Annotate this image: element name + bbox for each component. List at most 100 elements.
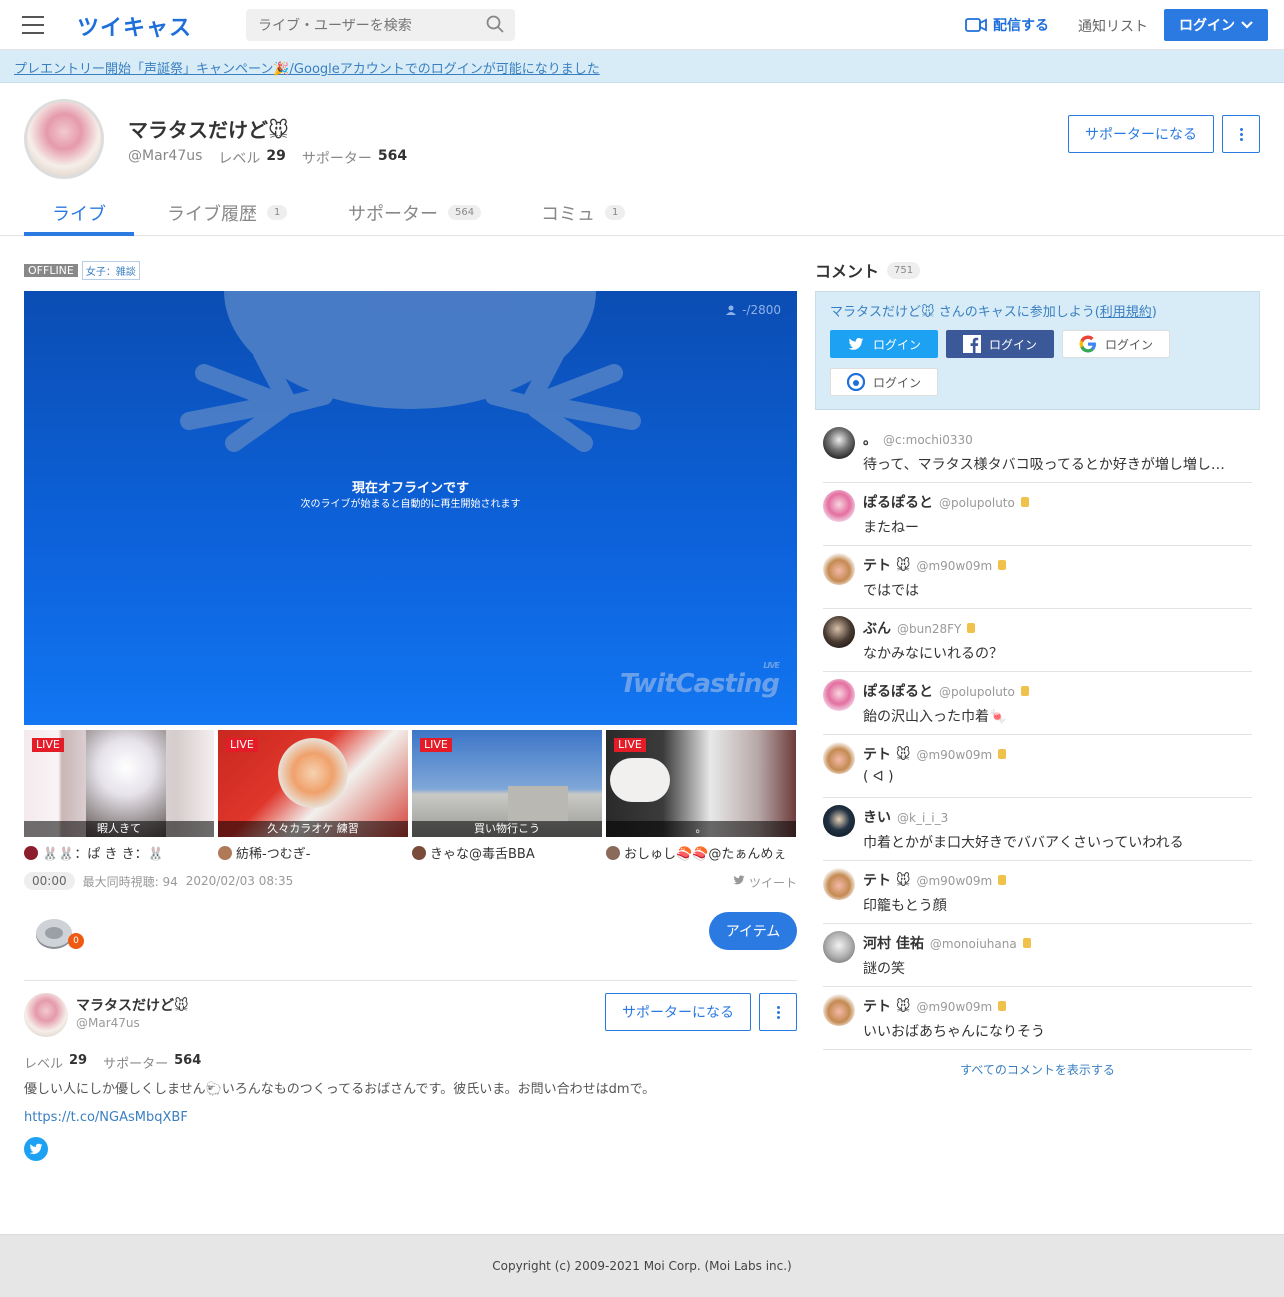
avatar[interactable] <box>24 99 104 179</box>
comment-item: テト 🐭 @m90w09m 印籠もとう顔 <box>823 861 1252 924</box>
announcement-link[interactable]: プレエントリー開始「声誕祭」キャンペーン🎉/Googleアカウントでのログインが… <box>14 58 600 77</box>
commenter[interactable]: ぽるぽると @polupoluto <box>863 492 1029 512</box>
commenter[interactable]: ぽるぽると @polupoluto <box>863 681 1029 701</box>
comment-text: 謎の笑 <box>863 961 905 977</box>
search-icon[interactable] <box>486 15 504 33</box>
commenter-avatar[interactable] <box>823 742 855 774</box>
commenter-avatar[interactable] <box>823 805 855 837</box>
about-meta: レベル 29 サポーター 564 <box>24 1053 211 1072</box>
thumb-image[interactable]: LIVE 暇人きて <box>24 730 214 837</box>
commenter-avatar[interactable] <box>823 994 855 1026</box>
commenter[interactable]: きい @k_i_i_3 <box>863 807 948 827</box>
supporter-count: 564 <box>377 148 408 164</box>
thumb-image[interactable]: LIVE 買い物行こう <box>412 730 602 837</box>
menu-icon[interactable] <box>22 16 44 34</box>
twitcasting-watermark: TwitCasting LIVE <box>620 661 780 699</box>
video-player[interactable]: -/2800 現在オフラインです 次のライブが始まると自動的に再生開始されます … <box>24 291 797 725</box>
login-button[interactable]: ログイン <box>1164 9 1268 41</box>
facebook-login-button[interactable]: ログイン <box>946 330 1054 358</box>
twitter-login-button[interactable]: ログイン <box>830 330 938 358</box>
commenter-name: テト 🐭 <box>863 999 911 1015</box>
user-avatar <box>218 845 232 860</box>
live-thumb[interactable]: LIVE 買い物行こう きゃな@毒舌BBA <box>412 730 602 865</box>
commenter[interactable]: 。 @c:mochi0330 <box>863 429 973 449</box>
avatar[interactable] <box>24 993 68 1037</box>
thumb-user[interactable]: 🐰🐰：ぱ き き：🐰 <box>24 843 214 862</box>
google-login-button[interactable]: ログイン <box>1062 330 1170 358</box>
tab-live-history[interactable]: ライブ履歴 1 <box>167 196 317 236</box>
commenter[interactable]: テト 🐭 @m90w09m <box>863 555 1007 575</box>
show-all-comments-link[interactable]: すべてのコメントを表示する <box>815 1061 1260 1078</box>
commenter-avatar[interactable] <box>823 616 855 648</box>
comment-item: テト 🐭 @m90w09m いいおばあちゃんになりそう <box>823 987 1252 1050</box>
live-thumb[interactable]: LIVE 暇人きて 🐰🐰：ぱ き き：🐰 <box>24 730 214 865</box>
tab-live[interactable]: ライブ <box>24 196 134 236</box>
commenter[interactable]: テト 🐭 @m90w09m <box>863 870 1007 890</box>
user-avatar <box>412 845 426 860</box>
items-button[interactable]: アイテム <box>709 912 797 950</box>
commenter-id: @k_i_i_3 <box>897 811 949 825</box>
terms-link[interactable]: 利用規約 <box>1100 305 1152 320</box>
commenter-name: ぽるぽると <box>863 684 933 700</box>
commenter-id: @m90w09m <box>916 874 993 888</box>
tab-supporters[interactable]: サポーター 564 <box>348 196 498 236</box>
person-icon <box>726 305 737 315</box>
about-name[interactable]: マラタスだけど🐭 <box>76 995 189 1015</box>
broadcast-button[interactable]: 配信する <box>965 15 1049 35</box>
twitcasting-login-button[interactable]: ログイン <box>830 368 938 396</box>
commenter[interactable]: ぶん @bun28FY <box>863 618 976 638</box>
tab-community[interactable]: コミュ 1 <box>541 196 641 236</box>
more-options-button[interactable] <box>1222 115 1260 153</box>
become-supporter-button[interactable]: サポーターになる <box>1068 115 1214 153</box>
search-input[interactable] <box>246 9 515 41</box>
site-logo[interactable]: ツイキャス <box>77 10 192 42</box>
join-box: マラタスだけど🐭 さんのキャスに参加しよう(利用規約) ログイン ログイン ログ… <box>815 291 1260 410</box>
thumb-user[interactable]: おしゅし🍣🍣@たぁんめぇ <box>606 843 796 862</box>
thumb-user[interactable]: 紡稀-つむぎ- <box>218 843 408 862</box>
thumb-image[interactable]: LIVE 久々カラオケ 練習 <box>218 730 408 837</box>
medal-icon <box>1020 497 1029 507</box>
commenter[interactable]: 河村 佳祐 @monoiuhana <box>863 933 1031 953</box>
notify-list-link[interactable]: 通知リスト <box>1078 16 1148 36</box>
level-label: レベル <box>218 151 261 167</box>
comment-text: ではでは <box>863 583 919 599</box>
commenter-avatar[interactable] <box>823 427 855 459</box>
profile-link[interactable]: https://t.co/NGAsMbqXBF <box>24 1110 188 1125</box>
medal-icon <box>998 1001 1007 1011</box>
comment-text: いいおばあちゃんになりそう <box>863 1024 1045 1040</box>
commenter-avatar[interactable] <box>823 679 855 711</box>
coin-button[interactable]: 0 <box>34 913 84 953</box>
tweet-link[interactable]: ツイート <box>733 874 797 891</box>
thumb-image[interactable]: LIVE 。 <box>606 730 796 837</box>
commenter[interactable]: テト 🐭 @m90w09m <box>863 996 1007 1016</box>
tab-label: コミュ <box>541 204 595 225</box>
about-id: @Mar47us <box>76 1016 140 1030</box>
live-meta: 00:00 最大同時視聴: 94 2020/02/03 08:35 <box>24 872 293 890</box>
medal-icon <box>967 623 976 633</box>
live-thumb[interactable]: LIVE 久々カラオケ 練習 紡稀-つむぎ- <box>218 730 408 865</box>
commenter-id: @monoiuhana <box>929 937 1017 951</box>
commenter-avatar[interactable] <box>823 868 855 900</box>
medal-icon <box>998 875 1007 885</box>
commenter-avatar[interactable] <box>823 931 855 963</box>
twitter-profile-button[interactable] <box>24 1137 48 1161</box>
commenter[interactable]: テト 🐭 @m90w09m <box>863 744 1007 764</box>
twitter-icon <box>733 875 745 885</box>
login-label: ログイン <box>1104 337 1153 352</box>
live-thumb[interactable]: LIVE 。 おしゅし🍣🍣@たぁんめぇ <box>606 730 796 865</box>
user-avatar <box>606 845 620 860</box>
category-tag[interactable]: 女子：雑談 <box>81 261 140 280</box>
more-options-button[interactable] <box>759 993 797 1031</box>
thumb-user[interactable]: きゃな@毒舌BBA <box>412 843 602 862</box>
tweet-label: ツイート <box>749 876 798 890</box>
become-supporter-button[interactable]: サポーターになる <box>605 993 751 1031</box>
supporter-label: サポーター <box>301 151 372 167</box>
profile-header: マラタスだけど🐭 @Mar47us レベル 29 サポーター 564 サポーター… <box>0 84 1284 236</box>
join-text: マラタスだけど🐭 さんのキャスに参加しよう(利用規約) <box>830 301 1157 320</box>
commenter-name: ぶん <box>863 621 891 637</box>
twitter-icon <box>29 1143 43 1155</box>
supporter-label: サポーター <box>103 1057 169 1072</box>
commenter-avatar[interactable] <box>823 553 855 585</box>
facebook-icon <box>962 335 981 353</box>
commenter-avatar[interactable] <box>823 490 855 522</box>
